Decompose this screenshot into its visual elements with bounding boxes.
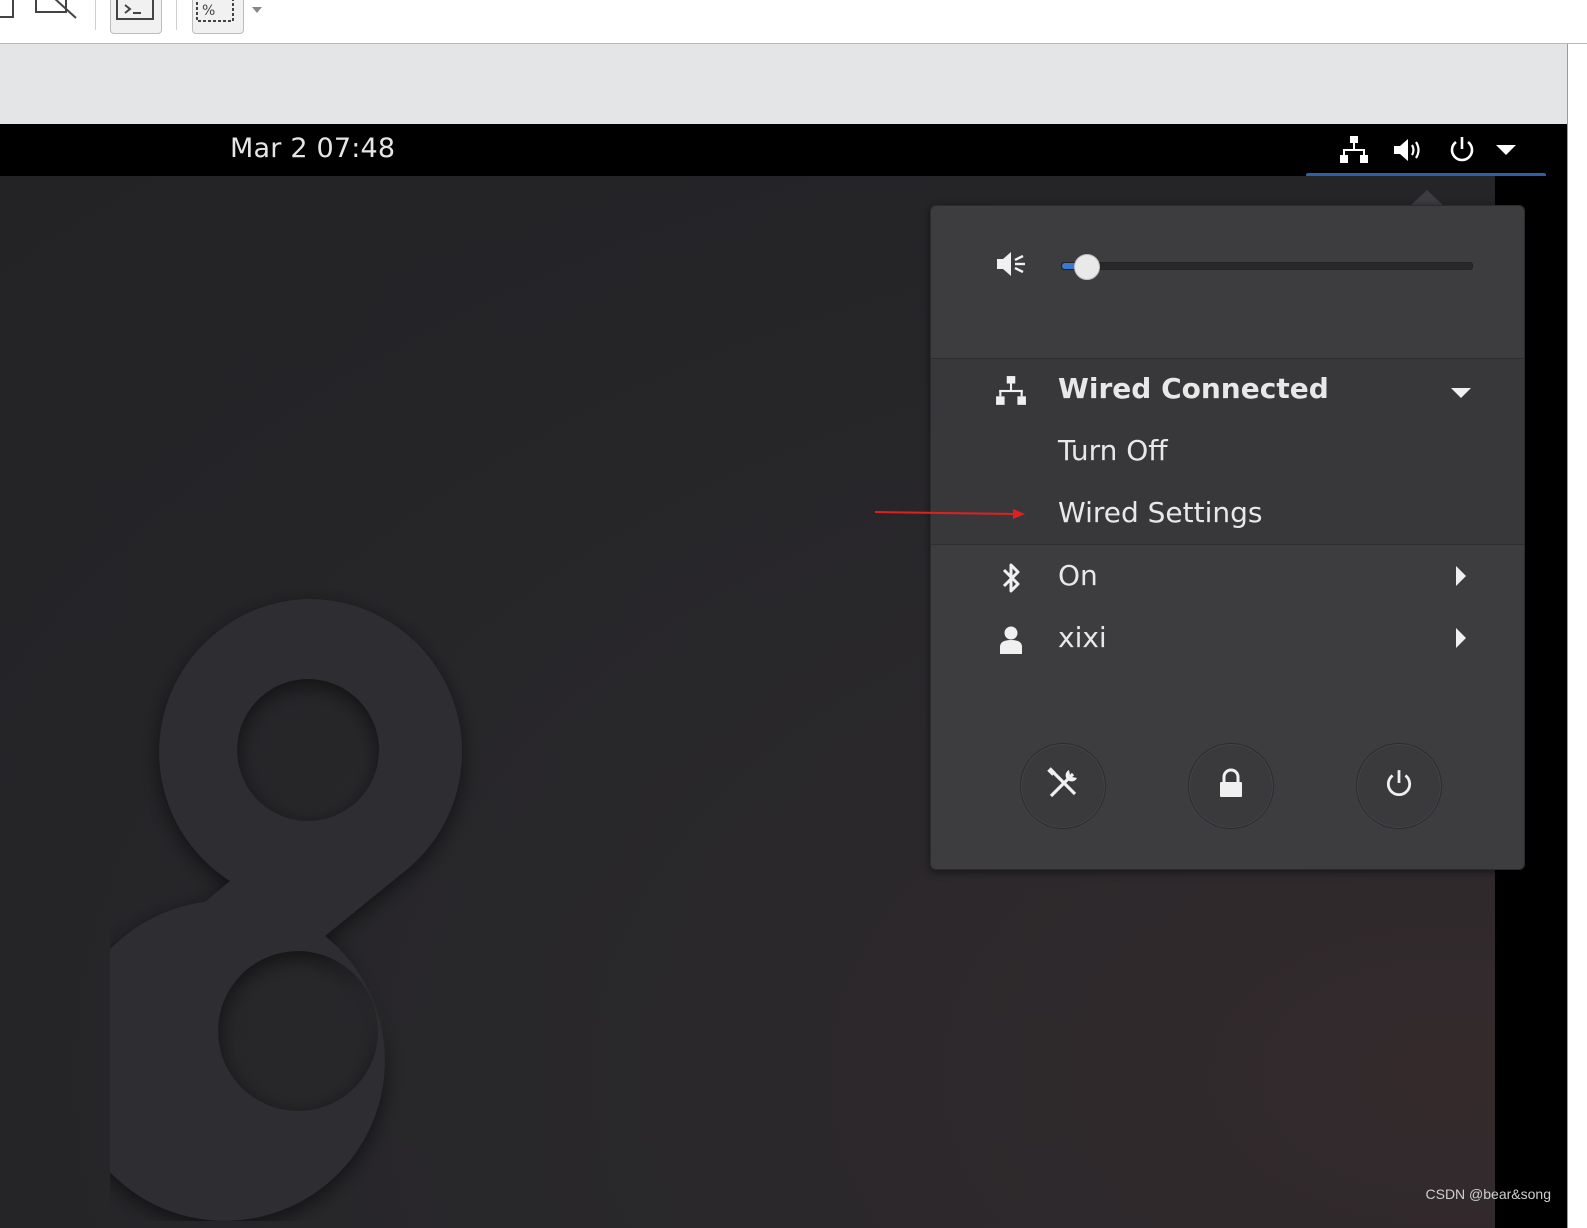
user-name-label: xixi [1058,621,1107,654]
turn-off-label: Turn Off [1058,434,1168,467]
user-row[interactable]: xixi [931,608,1524,668]
settings-button[interactable] [1020,743,1106,829]
wallpaper-logo-8 [110,598,463,1221]
menu-separator [931,544,1524,545]
svg-text:%: % [202,3,215,19]
chevron-right-icon[interactable] [1449,564,1473,588]
dropdown-arrow-icon[interactable] [1488,132,1524,168]
console-button[interactable] [110,0,162,34]
bluetooth-row[interactable]: On [931,546,1524,606]
clock[interactable]: Mar 2 07:48 [230,133,395,164]
network-wired-icon[interactable] [1336,132,1372,168]
annotation-arrow [874,509,1025,519]
volume-muted-icon [993,246,1029,282]
power-icon[interactable] [1444,132,1480,168]
host-window-edge [1567,44,1587,1228]
host-status-band [0,44,1567,124]
chevron-right-icon[interactable] [1449,626,1473,650]
system-menu: Wired Connected Turn Off Wired Settings … [930,205,1525,870]
network-status-label: Wired Connected [1058,372,1329,405]
wired-settings-label: Wired Settings [1058,496,1263,529]
network-header-row[interactable]: Wired Connected [931,359,1524,419]
gnome-top-bar: Mar 2 07:48 [0,124,1567,177]
power-off-button[interactable] [1356,743,1442,829]
bluetooth-status-label: On [1058,559,1098,592]
network-wired-icon [993,373,1029,409]
zoom-button[interactable]: % [192,0,244,34]
chevron-down-icon[interactable] [1449,381,1473,405]
volume-slider-knob[interactable] [1074,254,1100,280]
zoom-dropdown-icon[interactable] [252,0,262,19]
fit-window-icon[interactable] [0,0,14,18]
menu-pointer [1410,190,1444,206]
lock-button[interactable] [1188,743,1274,829]
watermark: CSDN @bear&song [1425,1186,1552,1202]
volume-slider[interactable] [1061,262,1473,270]
host-toolbar: % [0,0,1587,44]
lock-icon [1216,768,1246,804]
bluetooth-icon [993,560,1029,596]
disconnect-display-icon[interactable] [34,0,78,26]
tools-icon [1045,766,1081,806]
toolbar-separator [95,0,96,30]
volume-icon[interactable] [1390,132,1426,168]
power-icon [1383,768,1415,804]
toolbar-separator [176,0,177,30]
menu-item-turn-off[interactable]: Turn Off [931,421,1524,481]
user-icon [993,622,1029,658]
system-tray[interactable] [1306,124,1546,176]
